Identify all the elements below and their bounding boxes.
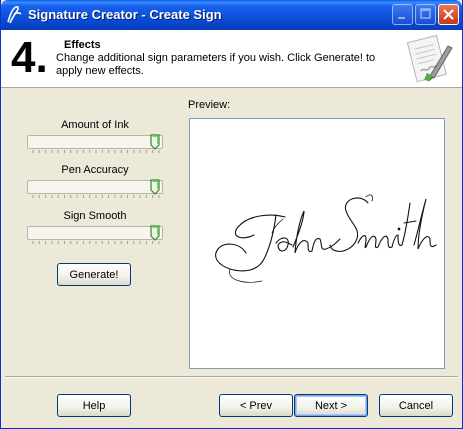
maximize-button[interactable]	[415, 4, 436, 25]
document-pen-icon	[406, 34, 453, 83]
cancel-button[interactable]: Cancel	[379, 394, 453, 417]
app-signature-icon[interactable]	[5, 5, 23, 25]
pen-accuracy-label: Pen Accuracy	[61, 164, 129, 176]
step-title: Effects	[64, 39, 101, 51]
amount-of-ink-slider[interactable]	[27, 134, 163, 153]
slider-ticks	[32, 150, 160, 153]
prev-button[interactable]: < Prev	[219, 394, 293, 417]
footer-divider	[5, 376, 458, 378]
signature-image	[215, 194, 437, 283]
slider-thumb[interactable]	[150, 225, 160, 241]
window-title: Signature Creator - Create Sign	[28, 7, 222, 22]
wizard-header: 4. Effects Change additional sign parame…	[1, 30, 462, 88]
pen-accuracy-slider[interactable]	[27, 179, 163, 198]
minimize-icon	[398, 17, 405, 19]
signature-preview	[189, 118, 445, 369]
minimize-button[interactable]	[392, 4, 413, 25]
slider-ticks	[32, 241, 160, 244]
close-button[interactable]	[438, 4, 459, 25]
sign-smooth-slider[interactable]	[27, 225, 163, 244]
title-bar[interactable]: Signature Creator - Create Sign	[1, 0, 462, 30]
help-button[interactable]: Help	[57, 394, 131, 417]
preview-label: Preview:	[188, 99, 231, 111]
sign-smooth-label: Sign Smooth	[63, 210, 127, 222]
slider-thumb[interactable]	[150, 179, 160, 195]
step-description: Change additional sign parameters if you…	[56, 52, 376, 77]
next-button[interactable]: Next >	[294, 394, 368, 417]
step-number: 4.	[11, 33, 48, 82]
amount-of-ink-label: Amount of Ink	[61, 119, 129, 131]
generate-button[interactable]: Generate!	[57, 263, 131, 286]
signature-creator-window: Signature Creator - Create Sign 4. Effec…	[0, 0, 463, 429]
close-icon	[443, 9, 454, 20]
slider-ticks	[32, 195, 160, 198]
maximize-icon	[420, 8, 431, 19]
slider-thumb[interactable]	[150, 134, 160, 150]
